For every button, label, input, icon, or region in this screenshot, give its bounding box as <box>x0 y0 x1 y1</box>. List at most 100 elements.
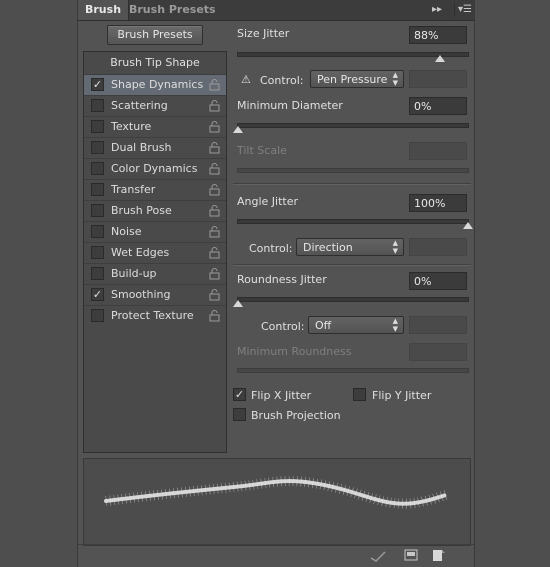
lock-icon[interactable] <box>209 142 220 154</box>
brush-option-checkbox[interactable] <box>91 246 104 259</box>
collapse-icon[interactable]: ▸▸ <box>432 3 442 17</box>
size-jitter-slider[interactable] <box>237 52 469 62</box>
brush-panel: Brush Brush Presets ▸▸ ▾☰ Brush Presets … <box>77 0 475 567</box>
angle-jitter-label: Angle Jitter <box>237 195 299 208</box>
lock-icon[interactable] <box>209 100 220 112</box>
select-arrows-icon: ▲ ▼ <box>392 317 398 333</box>
roundness-jitter-label: Roundness Jitter <box>237 273 327 286</box>
brush-option-item[interactable]: ✓ Shape Dynamics <box>84 74 226 95</box>
stroke-preview <box>83 458 471 546</box>
brush-option-item[interactable]: Color Dynamics <box>84 158 226 179</box>
select-arrows-icon: ▲ ▼ <box>392 239 398 255</box>
lock-icon[interactable] <box>209 289 220 301</box>
roundness-jitter-thumb[interactable] <box>233 300 243 307</box>
tab-bar: Brush Brush Presets ▸▸ ▾☰ <box>78 0 474 21</box>
brush-option-checkbox[interactable] <box>91 183 104 196</box>
brush-option-label: Brush Pose <box>111 204 172 217</box>
control-extra-field-roundness <box>409 316 467 334</box>
brush-option-checkbox[interactable]: ✓ <box>91 288 104 301</box>
brush-option-label: Dual Brush <box>111 141 172 154</box>
lock-icon[interactable] <box>209 226 220 238</box>
panel-menu-icon[interactable]: ▾☰ <box>454 3 472 17</box>
brush-option-checkbox[interactable] <box>91 267 104 280</box>
control-label-roundness: Control: <box>261 320 305 333</box>
brush-option-label: Texture <box>111 120 152 133</box>
brush-option-item[interactable]: ✓ Smoothing <box>84 284 226 305</box>
brush-tip-shape-item[interactable]: Brush Tip Shape <box>84 52 226 74</box>
brush-option-item[interactable]: Build-up <box>84 263 226 284</box>
size-jitter-label: Size Jitter <box>237 27 290 40</box>
brush-option-checkbox[interactable] <box>91 309 104 322</box>
brush-option-checkbox[interactable]: ✓ <box>91 78 104 91</box>
min-roundness-label: Minimum Roundness <box>237 345 352 358</box>
stroke-preview-canvas <box>104 476 448 509</box>
lock-icon[interactable] <box>209 163 220 175</box>
tilt-scale-label: Tilt Scale <box>237 144 287 157</box>
size-jitter-thumb[interactable] <box>435 55 446 62</box>
separator <box>233 183 471 185</box>
control-select-angle[interactable]: Direction ▲ ▼ <box>296 238 404 256</box>
brush-option-label: Transfer <box>111 183 156 196</box>
control-extra-field <box>409 70 467 88</box>
brush-option-item[interactable]: Noise <box>84 221 226 242</box>
brush-option-item[interactable]: Brush Pose <box>84 200 226 221</box>
flip-y-checkbox[interactable] <box>353 388 366 401</box>
lock-icon[interactable] <box>209 184 220 196</box>
separator <box>233 264 471 266</box>
min-roundness-field <box>409 343 467 361</box>
brush-option-checkbox[interactable] <box>91 120 104 133</box>
min-roundness-slider <box>237 368 469 373</box>
roundness-jitter-slider[interactable] <box>233 297 469 307</box>
control-label-angle: Control: <box>249 242 293 255</box>
lock-icon[interactable] <box>209 205 220 217</box>
brush-option-checkbox[interactable] <box>91 225 104 238</box>
control-select-roundness[interactable]: Off ▲ ▼ <box>308 316 404 334</box>
angle-jitter-field[interactable]: 100% <box>409 194 467 212</box>
lock-icon[interactable] <box>209 310 220 322</box>
tilt-scale-slider <box>237 168 469 173</box>
size-jitter-field[interactable]: 88% <box>409 26 467 44</box>
lock-icon[interactable] <box>209 247 220 259</box>
min-diameter-label: Minimum Diameter <box>237 99 343 112</box>
brush-option-item[interactable]: Transfer <box>84 179 226 200</box>
brush-option-label: Noise <box>111 225 142 238</box>
min-diameter-thumb[interactable] <box>233 126 243 133</box>
brush-option-checkbox[interactable] <box>91 204 104 217</box>
brush-option-label: Scattering <box>111 99 168 112</box>
brush-option-label: Color Dynamics <box>111 162 198 175</box>
flip-x-label: Flip X Jitter <box>251 389 312 402</box>
brush-option-label: Shape Dynamics <box>111 78 204 91</box>
flip-x-checkbox[interactable]: ✓ <box>233 388 246 401</box>
lock-icon[interactable] <box>209 121 220 133</box>
control-select-value: Direction <box>303 241 353 254</box>
min-diameter-field[interactable]: 0% <box>409 97 467 115</box>
grid-icon[interactable] <box>404 549 418 561</box>
control-select-value: Off <box>315 319 332 332</box>
brush-option-item[interactable]: Texture <box>84 116 226 137</box>
brush-option-checkbox[interactable] <box>91 141 104 154</box>
brush-options-list: Brush Tip Shape ✓ Shape Dynamics Scatterin… <box>83 51 227 453</box>
brush-presets-button[interactable]: Brush Presets <box>107 25 203 45</box>
eye-toggle-icon[interactable] <box>370 550 386 562</box>
tilt-scale-field <box>409 142 467 160</box>
lock-icon[interactable] <box>209 268 220 280</box>
brush-option-item[interactable]: Dual Brush <box>84 137 226 158</box>
tab-brush-presets[interactable]: Brush Presets <box>122 0 223 20</box>
warning-icon: ⚠ <box>241 73 251 86</box>
lock-icon[interactable] <box>209 79 220 91</box>
brush-option-item[interactable]: Wet Edges <box>84 242 226 263</box>
brush-option-item[interactable]: Scattering <box>84 95 226 116</box>
new-preset-icon[interactable] <box>432 549 446 562</box>
brush-projection-checkbox[interactable] <box>233 408 246 421</box>
roundness-jitter-field[interactable]: 0% <box>409 272 467 290</box>
brush-option-item[interactable]: Protect Texture <box>84 305 226 326</box>
brush-option-label: Protect Texture <box>111 309 194 322</box>
min-diameter-slider[interactable] <box>233 123 469 133</box>
control-extra-field-angle <box>409 238 467 256</box>
brush-option-checkbox[interactable] <box>91 99 104 112</box>
brush-option-checkbox[interactable] <box>91 162 104 175</box>
control-select-shape[interactable]: Pen Pressure ▲ ▼ <box>310 70 404 88</box>
angle-jitter-slider[interactable] <box>237 219 473 229</box>
brush-projection-label: Brush Projection <box>251 409 341 422</box>
angle-jitter-thumb[interactable] <box>463 222 473 229</box>
